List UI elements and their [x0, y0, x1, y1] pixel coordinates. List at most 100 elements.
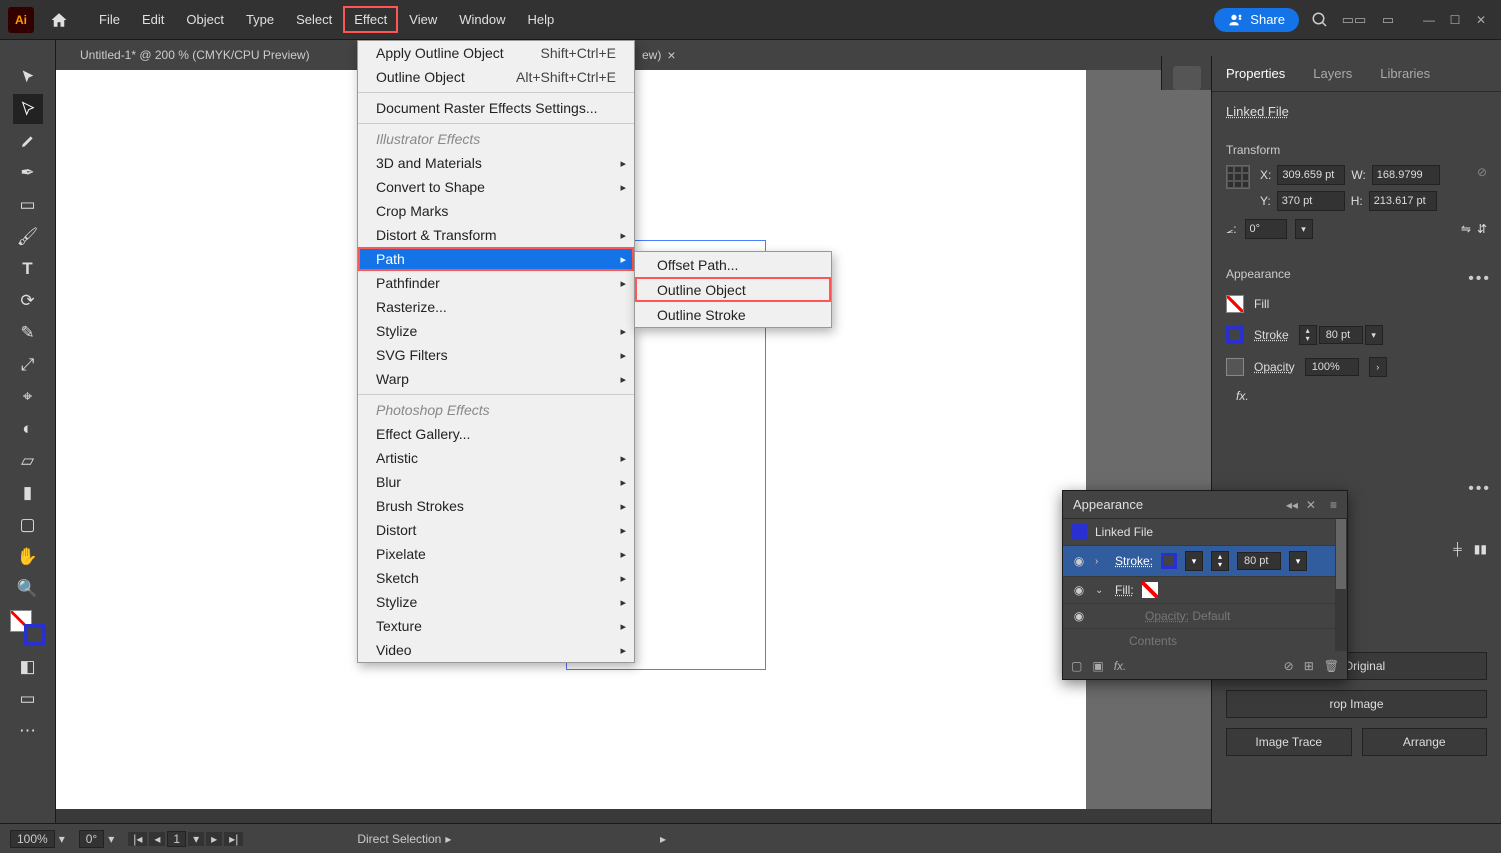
collapse-icon[interactable]: ⌄	[1095, 585, 1107, 596]
artboard-last-icon[interactable]: ▸|	[224, 832, 243, 846]
stroke-dropdown-icon[interactable]: ▾	[1365, 325, 1383, 345]
menu-type[interactable]: Type	[235, 6, 285, 33]
document-tab-partial[interactable]: ew) ×	[632, 43, 686, 67]
menu-item-pixelate[interactable]: Pixelate	[358, 542, 634, 566]
submenu-item-outline-stroke[interactable]: Outline Stroke	[635, 302, 831, 327]
arrange-documents-icon[interactable]: ▭	[1375, 7, 1401, 33]
appearance-row-contents[interactable]: Contents	[1063, 629, 1347, 653]
arrange-button[interactable]: Arrange	[1362, 728, 1488, 756]
menu-item-rasterize-[interactable]: Rasterize...	[358, 295, 634, 319]
artboard-dropdown-icon[interactable]: ▾	[188, 832, 204, 846]
linked-file-label[interactable]: Linked File	[1226, 104, 1289, 119]
artboard-first-icon[interactable]: |◂	[128, 832, 147, 846]
zoom-dropdown-icon[interactable]: ▾	[59, 832, 65, 846]
artboard-number[interactable]: 1	[167, 831, 186, 847]
crop-image-button[interactable]: rop Image	[1226, 690, 1487, 718]
menu-item-raster-settings[interactable]: Document Raster Effects Settings...	[358, 96, 634, 120]
clear-appearance-icon[interactable]: ⊘	[1284, 659, 1294, 673]
opacity-swatch[interactable]	[1226, 358, 1244, 376]
expand-icon[interactable]: ›	[1095, 556, 1107, 567]
distribute-icon[interactable]: ▮▮	[1474, 542, 1487, 556]
eyedropper-tool-icon[interactable]: ✎	[13, 318, 43, 348]
stroke-color-swatch[interactable]	[1161, 553, 1177, 569]
menu-item-sketch[interactable]: Sketch	[358, 566, 634, 590]
hand-tool-icon[interactable]: ✋	[13, 542, 43, 572]
fill-swatch[interactable]	[1226, 295, 1244, 313]
menu-item-distort-transform[interactable]: Distort & Transform	[358, 223, 634, 247]
menu-view[interactable]: View	[398, 6, 448, 33]
comments-panel-icon[interactable]	[1173, 66, 1201, 90]
menu-item-effect-gallery-[interactable]: Effect Gallery...	[358, 422, 634, 446]
screen-mode-icon[interactable]: ▭	[13, 684, 43, 714]
menu-effect[interactable]: Effect	[343, 6, 398, 33]
link-wh-icon[interactable]: ⊘	[1477, 165, 1487, 179]
artboard-prev-icon[interactable]: ◂	[149, 832, 165, 846]
stroke-stepper-icon[interactable]: ▴▾	[1299, 325, 1317, 345]
thumbnail-large-icon[interactable]: ▣	[1092, 659, 1103, 673]
transform-x-input[interactable]	[1277, 165, 1345, 185]
width-tool-icon[interactable]: ⌖	[13, 382, 43, 412]
menu-item-path[interactable]: Path	[358, 247, 634, 271]
tool-dropdown-icon[interactable]: ▸	[445, 832, 451, 846]
rotation-value[interactable]: 0°	[79, 830, 104, 848]
close-panel-icon[interactable]: ✕	[1306, 498, 1316, 512]
appearance-row-linked-file[interactable]: Linked File	[1063, 519, 1347, 546]
menu-file[interactable]: File	[88, 6, 131, 33]
maximize-icon[interactable]: ☐	[1443, 11, 1467, 29]
scale-tool-icon[interactable]: ⤢	[13, 350, 43, 380]
stroke-weight-input[interactable]	[1319, 326, 1363, 344]
tab-libraries[interactable]: Libraries	[1366, 66, 1444, 81]
tab-layers[interactable]: Layers	[1299, 66, 1366, 81]
visibility-toggle-icon[interactable]: ◉	[1071, 583, 1087, 597]
shape-builder-tool-icon[interactable]: ◐	[13, 414, 43, 444]
menu-item-artistic[interactable]: Artistic	[358, 446, 634, 470]
type-tool-icon[interactable]: T	[13, 254, 43, 284]
duplicate-icon[interactable]: ⊞	[1304, 659, 1314, 673]
image-trace-button[interactable]: Image Trace	[1226, 728, 1352, 756]
menu-item-stylize[interactable]: Stylize	[358, 590, 634, 614]
appearance-row-stroke[interactable]: ◉ › Stroke: ▾ ▴▾ ▾	[1063, 546, 1347, 577]
menu-item-crop-marks[interactable]: Crop Marks	[358, 199, 634, 223]
fx-icon[interactable]: fx.	[1114, 659, 1127, 673]
rectangle-tool-icon[interactable]: ▭	[13, 190, 43, 220]
thumbnail-icon[interactable]: ▢	[1071, 659, 1082, 673]
paintbrush-tool-icon[interactable]: 🖌	[13, 222, 43, 252]
submenu-item-outline-object[interactable]: Outline Object	[635, 277, 831, 302]
menu-item-stylize[interactable]: Stylize	[358, 319, 634, 343]
fill-color-swatch[interactable]	[1142, 582, 1158, 598]
panel-menu-icon[interactable]: ≡	[1330, 498, 1337, 512]
artboard-tool-icon[interactable]: ▢	[13, 510, 43, 540]
pen-tool-icon[interactable]	[13, 126, 43, 156]
share-button[interactable]: Share	[1214, 8, 1299, 32]
menu-help[interactable]: Help	[516, 6, 565, 33]
menu-item-outline-object[interactable]: Outline Object Alt+Shift+Ctrl+E	[358, 65, 634, 89]
search-icon[interactable]	[1307, 7, 1333, 33]
menu-item-distort[interactable]: Distort	[358, 518, 634, 542]
selection-tool-icon[interactable]	[13, 62, 43, 92]
transform-h-input[interactable]	[1369, 191, 1437, 211]
menu-item-svg-filters[interactable]: SVG Filters	[358, 343, 634, 367]
zoom-level[interactable]: 100%	[10, 830, 55, 848]
opacity-input[interactable]	[1305, 358, 1359, 376]
menu-item-blur[interactable]: Blur	[358, 470, 634, 494]
delete-icon[interactable]: 🗑	[1324, 659, 1339, 673]
rotation-dropdown-icon[interactable]: ▾	[108, 832, 114, 846]
visibility-toggle-icon[interactable]: ◉	[1071, 554, 1087, 568]
gradient-tool-icon[interactable]: ▮	[13, 478, 43, 508]
align-icon[interactable]: ╪	[1453, 542, 1462, 556]
minimize-icon[interactable]: —	[1417, 11, 1441, 29]
appearance-row-opacity[interactable]: ◉ Opacity: Default	[1063, 604, 1347, 629]
eraser-tool-icon[interactable]: ▱	[13, 446, 43, 476]
curvature-tool-icon[interactable]: ✒	[13, 158, 43, 188]
menu-item-warp[interactable]: Warp	[358, 367, 634, 391]
home-icon[interactable]	[44, 5, 74, 35]
menu-window[interactable]: Window	[448, 6, 516, 33]
menu-item-brush-strokes[interactable]: Brush Strokes	[358, 494, 634, 518]
rotate-tool-icon[interactable]: ⟳	[13, 286, 43, 316]
stroke-stepper-panel-icon[interactable]: ▴▾	[1211, 551, 1229, 571]
menu-item-3d-and-materials[interactable]: 3D and Materials	[358, 151, 634, 175]
menu-item-apply-outline-object[interactable]: Apply Outline Object Shift+Ctrl+E	[358, 41, 634, 65]
transform-y-input[interactable]	[1277, 191, 1345, 211]
zoom-tool-icon[interactable]: 🔍	[13, 574, 43, 604]
color-mode-icon[interactable]: ◧	[13, 652, 43, 682]
